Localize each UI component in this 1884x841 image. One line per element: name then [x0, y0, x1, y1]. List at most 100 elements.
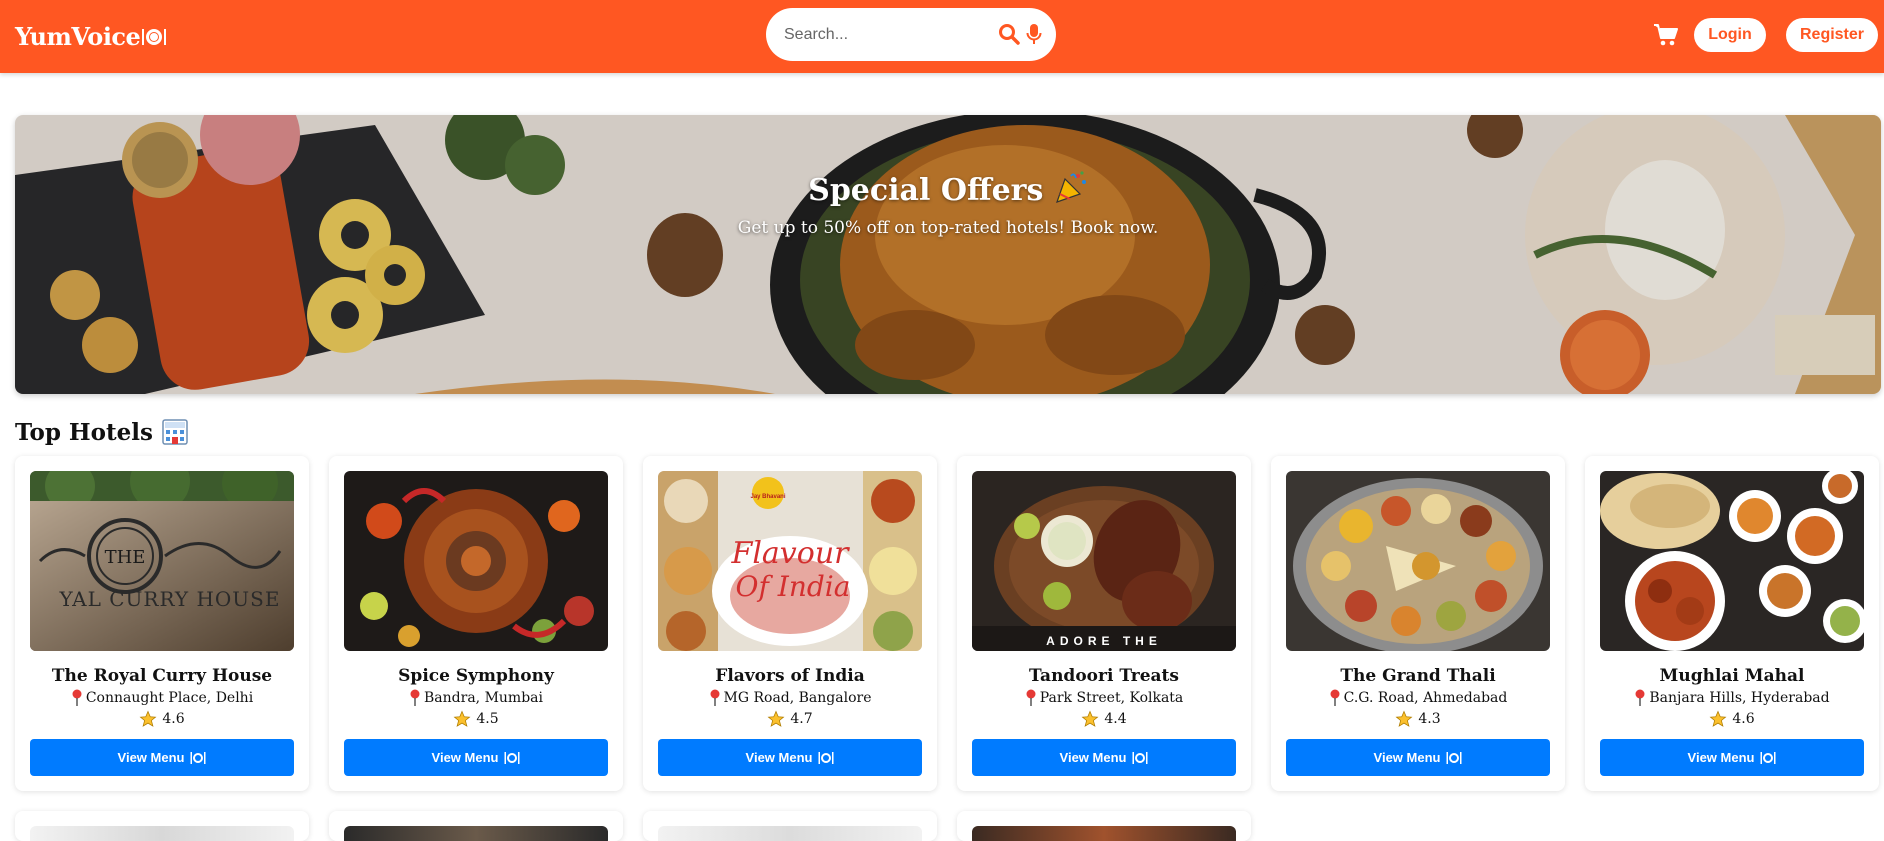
view-menu-label: View Menu	[1373, 750, 1441, 765]
view-menu-button[interactable]: View Menu	[30, 739, 294, 776]
hotel-image: ADORE THE	[972, 471, 1236, 651]
hotel-card[interactable]: ADORE THE Tandoori Treats Park Street, K…	[957, 456, 1251, 791]
flavour-badge: Jay Bhavani	[750, 494, 785, 500]
microphone-icon[interactable]	[1026, 23, 1042, 45]
star-icon	[1709, 710, 1727, 727]
hotel-image	[30, 826, 294, 841]
plate-cutlery-icon	[1132, 751, 1148, 764]
register-button[interactable]: Register	[1786, 18, 1878, 52]
hotel-rating: 4.6	[1585, 710, 1879, 728]
hotel-location: Connaught Place, Delhi	[15, 689, 309, 707]
hotel-image	[344, 471, 608, 651]
hotel-rating: 4.5	[329, 710, 623, 728]
banner-title: Special Offers	[15, 170, 1881, 208]
banner-food-image	[15, 115, 1881, 394]
banner-subtitle: Get up to 50% off on top-rated hotels! B…	[737, 218, 1159, 238]
plate-cutlery-icon	[142, 29, 167, 45]
hotel-location-text: Banjara Hills, Hyderabad	[1649, 690, 1830, 706]
navbar: YumVoice Login Register	[0, 0, 1884, 73]
section-title: Top Hotels	[15, 418, 189, 446]
royal-sign-bottom: YAL CURRY HOUSE	[59, 587, 281, 611]
hotel-image	[1600, 471, 1864, 651]
hotel-name: Tandoori Treats	[1029, 666, 1179, 686]
hotel-name: Flavors of India	[715, 666, 865, 686]
hotel-name: Spice Symphony	[398, 666, 554, 686]
location-pin-icon	[1026, 689, 1036, 706]
plate-cutlery-icon	[1760, 751, 1776, 764]
hotel-card[interactable]: The Grand Thali C.G. Road, Ahmedabad 4.3…	[1271, 456, 1565, 791]
party-popper-icon	[1055, 171, 1086, 203]
star-icon	[453, 710, 471, 727]
section-title-text: Top Hotels	[15, 418, 153, 446]
hotel-rating: 4.4	[957, 710, 1251, 728]
hotel-name: Mughlai Mahal	[1659, 666, 1805, 686]
hotel-card[interactable]: Mughlai Mahal Banjara Hills, Hyderabad 4…	[1585, 456, 1879, 791]
hotel-image: Jay Bhavani Flavour Of India	[658, 471, 922, 651]
login-button[interactable]: Login	[1694, 18, 1766, 52]
hotel-image	[972, 826, 1236, 841]
location-pin-icon	[710, 689, 719, 706]
hotel-location: Banjara Hills, Hyderabad	[1585, 689, 1879, 707]
hotel-rating-value: 4.6	[162, 711, 185, 727]
hotel-location-text: Bandra, Mumbai	[424, 690, 543, 706]
brand-logo[interactable]: YumVoice	[15, 22, 167, 51]
hotel-location-text: Park Street, Kolkata	[1039, 690, 1184, 706]
view-menu-label: View Menu	[1687, 750, 1755, 765]
star-icon	[1081, 710, 1099, 727]
hotel-card[interactable]: Spice Symphony Bandra, Mumbai 4.5 View M…	[329, 456, 623, 791]
search-input[interactable]	[784, 22, 984, 48]
view-menu-label: View Menu	[117, 750, 185, 765]
hotel-card[interactable]	[643, 811, 937, 841]
star-icon	[139, 710, 157, 727]
brand-name: YumVoice	[15, 22, 141, 51]
hotel-card[interactable]	[957, 811, 1251, 841]
hotel-image: THE YAL CURRY HOUSE	[30, 471, 294, 651]
hotel-rating-value: 4.4	[1104, 711, 1127, 727]
view-menu-label: View Menu	[745, 750, 813, 765]
hotel-location: MG Road, Bangalore	[643, 689, 937, 707]
hotel-location-text: C.G. Road, Ahmedabad	[1343, 690, 1508, 706]
plate-cutlery-icon	[1446, 751, 1462, 764]
hotel-image	[344, 826, 608, 841]
hotel-rating: 4.3	[1271, 710, 1565, 728]
hotel-card[interactable]	[15, 811, 309, 841]
plate-cutlery-icon	[504, 751, 520, 764]
view-menu-button[interactable]: View Menu	[658, 739, 922, 776]
search-icon[interactable]	[998, 23, 1020, 45]
location-pin-icon	[410, 689, 420, 706]
royal-sign-top: THE	[105, 547, 146, 568]
hotel-location: C.G. Road, Ahmedabad	[1271, 689, 1565, 707]
hotel-name: The Royal Curry House	[51, 666, 273, 686]
hotel-rating: 4.7	[643, 710, 937, 728]
view-menu-button[interactable]: View Menu	[1600, 739, 1864, 776]
hotel-card[interactable]: THE YAL CURRY HOUSE The Royal Curry Hous…	[15, 456, 309, 791]
hotel-card[interactable]: Jay Bhavani Flavour Of India Flavors of …	[643, 456, 937, 791]
view-menu-button[interactable]: View Menu	[1286, 739, 1550, 776]
tandoori-caption: ADORE THE	[1046, 634, 1162, 648]
hotel-rating-value: 4.6	[1732, 711, 1755, 727]
banner-title-text: Special Offers	[808, 173, 1044, 208]
view-menu-label: View Menu	[1059, 750, 1127, 765]
plate-cutlery-icon	[190, 751, 206, 764]
hotel-rating-value: 4.7	[790, 711, 813, 727]
hotel-name: The Grand Thali	[1340, 666, 1496, 686]
plate-cutlery-icon	[818, 751, 834, 764]
hotel-image	[658, 826, 922, 841]
hotel-rating-value: 4.3	[1418, 711, 1441, 727]
hotel-rating-value: 4.5	[476, 711, 499, 727]
view-menu-label: View Menu	[431, 750, 499, 765]
cart-icon[interactable]	[1653, 23, 1679, 47]
flavour-line-1: Flavour	[731, 536, 851, 571]
location-pin-icon	[72, 689, 82, 706]
star-icon	[767, 710, 785, 727]
location-pin-icon	[1330, 689, 1340, 706]
hotel-location: Bandra, Mumbai	[329, 689, 623, 707]
view-menu-button[interactable]: View Menu	[972, 739, 1236, 776]
special-offers-banner[interactable]: Special Offers Get up to 50% off on top-…	[15, 115, 1881, 394]
hotel-location-text: MG Road, Bangalore	[723, 690, 872, 706]
hotel-icon	[162, 419, 188, 445]
star-icon	[1395, 710, 1413, 727]
hotel-card[interactable]	[329, 811, 623, 841]
hotel-rating: 4.6	[15, 710, 309, 728]
view-menu-button[interactable]: View Menu	[344, 739, 608, 776]
